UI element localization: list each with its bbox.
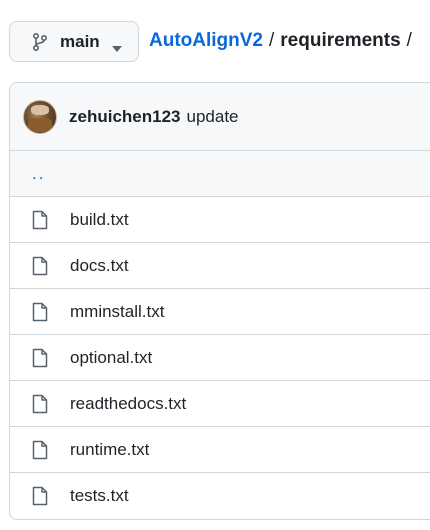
file-name-link[interactable]: optional.txt	[70, 348, 152, 368]
breadcrumb-separator: /	[269, 30, 275, 51]
file-icon	[32, 256, 48, 276]
file-icon	[32, 394, 48, 414]
file-name-link[interactable]: docs.txt	[70, 256, 129, 276]
file-icon	[32, 486, 48, 506]
file-name-link[interactable]: build.txt	[70, 210, 129, 230]
branch-selector-button[interactable]: main	[9, 21, 139, 62]
breadcrumb-trailing-separator: /	[406, 30, 412, 51]
file-name-link[interactable]: readthedocs.txt	[70, 394, 186, 414]
repo-header: main AutoAlignV2 / requirements /	[0, 0, 430, 82]
breadcrumb-current-folder: requirements	[280, 30, 401, 51]
file-row[interactable]: readthedocs.txt	[10, 381, 430, 427]
file-row[interactable]: optional.txt	[10, 335, 430, 381]
file-list: zehuichen123 update .. build.txt docs.tx…	[9, 82, 430, 520]
file-row[interactable]: tests.txt	[10, 473, 430, 519]
file-icon	[32, 210, 48, 230]
parent-directory-link[interactable]: ..	[32, 164, 45, 184]
file-row[interactable]: build.txt	[10, 197, 430, 243]
file-name-link[interactable]: runtime.txt	[70, 440, 149, 460]
file-row[interactable]: mminstall.txt	[10, 289, 430, 335]
file-row[interactable]: docs.txt	[10, 243, 430, 289]
file-icon	[32, 348, 48, 368]
parent-directory-row[interactable]: ..	[10, 151, 430, 197]
latest-commit-bar: zehuichen123 update	[10, 83, 430, 151]
git-branch-icon	[32, 32, 48, 51]
file-icon	[32, 302, 48, 322]
caret-down-icon	[111, 39, 122, 52]
branch-label: main	[60, 31, 100, 51]
file-name-link[interactable]: tests.txt	[70, 486, 129, 506]
file-icon	[32, 440, 48, 460]
file-row[interactable]: runtime.txt	[10, 427, 430, 473]
file-name-link[interactable]: mminstall.txt	[70, 302, 164, 322]
commit-author-link[interactable]: zehuichen123	[69, 107, 181, 127]
avatar[interactable]	[23, 99, 57, 134]
commit-message-link[interactable]: update	[187, 107, 239, 127]
breadcrumb-repo-link[interactable]: AutoAlignV2	[149, 30, 263, 52]
breadcrumb: AutoAlignV2 / requirements /	[149, 30, 418, 52]
